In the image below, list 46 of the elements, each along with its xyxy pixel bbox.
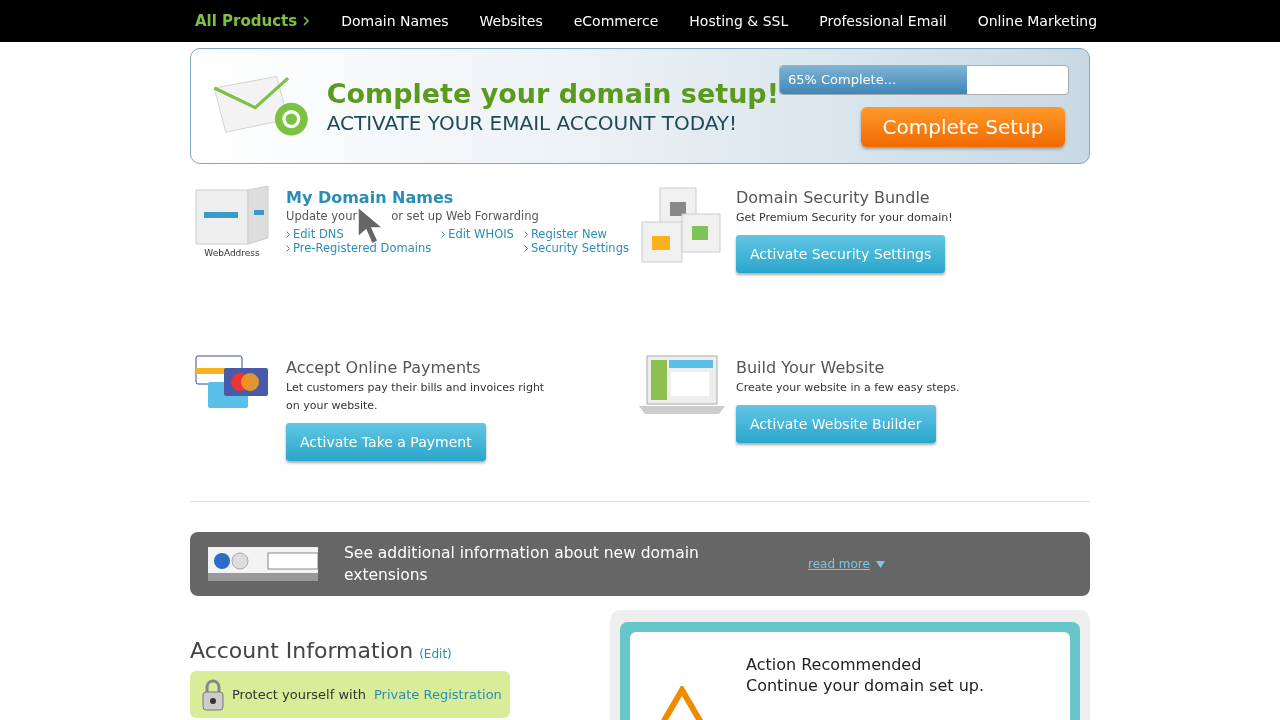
www-cube-icon — [192, 184, 272, 246]
description-text: Create your website in a few easy steps. — [736, 380, 960, 396]
padlock-icon — [202, 678, 224, 711]
edit-link[interactable]: (Edit) — [419, 647, 452, 661]
activate-button[interactable]: Activate Security Settings — [736, 235, 946, 273]
dropdown-caret-icon — [875, 560, 885, 568]
section-title: Accept Online Payments — [286, 358, 482, 377]
read-more-link[interactable]: read more — [808, 557, 870, 571]
action-text: Continue your domain set up. — [746, 675, 985, 696]
nav-link[interactable]: All Products — [195, 12, 311, 30]
domain-link[interactable]: Register New — [530, 227, 607, 241]
credit-cards-icon — [194, 354, 270, 410]
info-text: See additional information about new domain extensions — [344, 543, 700, 586]
brand-logo: WebAddress — [204, 248, 260, 258]
section-heading: Account Information — [190, 638, 414, 663]
activate-button[interactable]: Activate Take a Payment — [286, 423, 486, 461]
section-title: Build Your Website — [736, 358, 886, 377]
notice-text: Protect yourself with — [232, 687, 366, 702]
chevron-icon — [303, 16, 311, 26]
nav-link[interactable]: Hosting & SSL — [689, 13, 789, 29]
complete-setup-button[interactable]: Complete Setup — [861, 107, 1065, 147]
private-registration-link[interactable]: Private Registration — [374, 687, 502, 702]
nav-link[interactable]: eCommerce — [573, 13, 659, 29]
nav-link[interactable]: Online Marketing — [977, 13, 1098, 29]
progress-label: 65% Complete... — [788, 72, 897, 87]
banner-subtitle: ACTIVATE YOUR EMAIL ACCOUNT TODAY! — [326, 110, 739, 135]
chevron-icon — [441, 230, 446, 238]
section-title: My Domain Names — [286, 188, 455, 207]
banner-title: Complete your domain setup! — [326, 77, 779, 109]
description-text: Get Premium Security for your domain! — [736, 210, 953, 226]
domain-link[interactable]: Edit WHOIS — [448, 227, 514, 241]
padlocks-icon — [640, 184, 724, 264]
laptop-icon — [637, 354, 727, 416]
browser-toolbar-icon — [208, 547, 318, 581]
nav-link[interactable]: Websites — [479, 13, 543, 29]
nav-link[interactable]: Professional Email — [819, 13, 947, 29]
description-text: Let customers pay their bills and invoices right on your website. — [286, 380, 546, 414]
description-text: or set up Web Forwarding — [391, 209, 539, 223]
domain-link[interactable]: Edit DNS — [293, 227, 344, 241]
nav-link[interactable]: Domain Names — [341, 13, 449, 29]
domain-link[interactable]: Security Settings — [530, 241, 629, 255]
domain-link[interactable]: Pre-Registered Domains — [293, 241, 432, 255]
description-text: Update your — [286, 209, 358, 223]
activate-button[interactable]: Activate Website Builder — [736, 405, 936, 443]
section-title: Domain Security Bundle — [736, 188, 931, 207]
action-title: Action Recommended — [746, 654, 923, 675]
